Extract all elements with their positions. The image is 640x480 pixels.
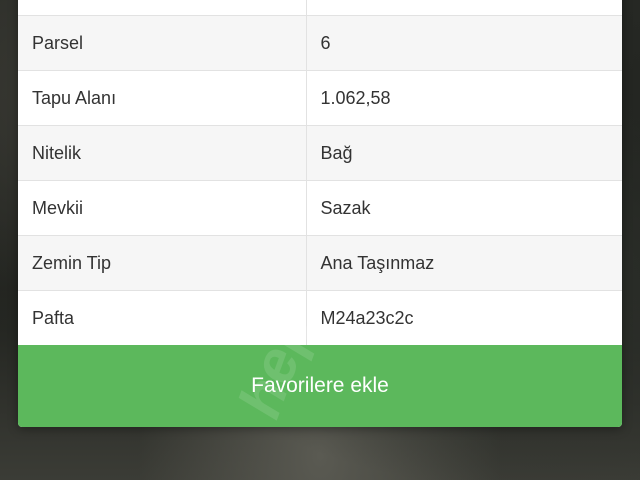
parcel-info-table: Parsel 6 Tapu Alanı 1.062,58 Nitelik Bağ…	[18, 0, 622, 345]
table-row: Parsel 6	[18, 15, 622, 71]
row-value	[306, 0, 622, 16]
table-row	[18, 0, 622, 16]
row-key-pafta: Pafta	[18, 290, 307, 345]
row-value-zemin-tip: Ana Taşınmaz	[306, 235, 622, 291]
row-key-tapu-alani: Tapu Alanı	[18, 70, 307, 126]
row-value-nitelik: Bağ	[306, 125, 622, 181]
parcel-info-panel: Parsel 6 Tapu Alanı 1.062,58 Nitelik Bağ…	[18, 0, 622, 427]
table-row: Zemin Tip Ana Taşınmaz	[18, 235, 622, 291]
table-row: Nitelik Bağ	[18, 125, 622, 181]
row-key-mevkii: Mevkii	[18, 180, 307, 236]
row-key-nitelik: Nitelik	[18, 125, 307, 181]
table-row: Tapu Alanı 1.062,58	[18, 70, 622, 126]
row-value-pafta: M24a23c2c	[306, 290, 622, 345]
row-value-mevkii: Sazak	[306, 180, 622, 236]
row-key-parsel: Parsel	[18, 15, 307, 71]
row-value-tapu-alani: 1.062,58	[306, 70, 622, 126]
add-to-favorites-button[interactable]: Favorilere ekle	[18, 345, 622, 427]
row-value-parsel: 6	[306, 15, 622, 71]
table-row: Pafta M24a23c2c	[18, 290, 622, 345]
row-key-zemin-tip: Zemin Tip	[18, 235, 307, 291]
table-row: Mevkii Sazak	[18, 180, 622, 236]
row-key	[18, 0, 307, 16]
